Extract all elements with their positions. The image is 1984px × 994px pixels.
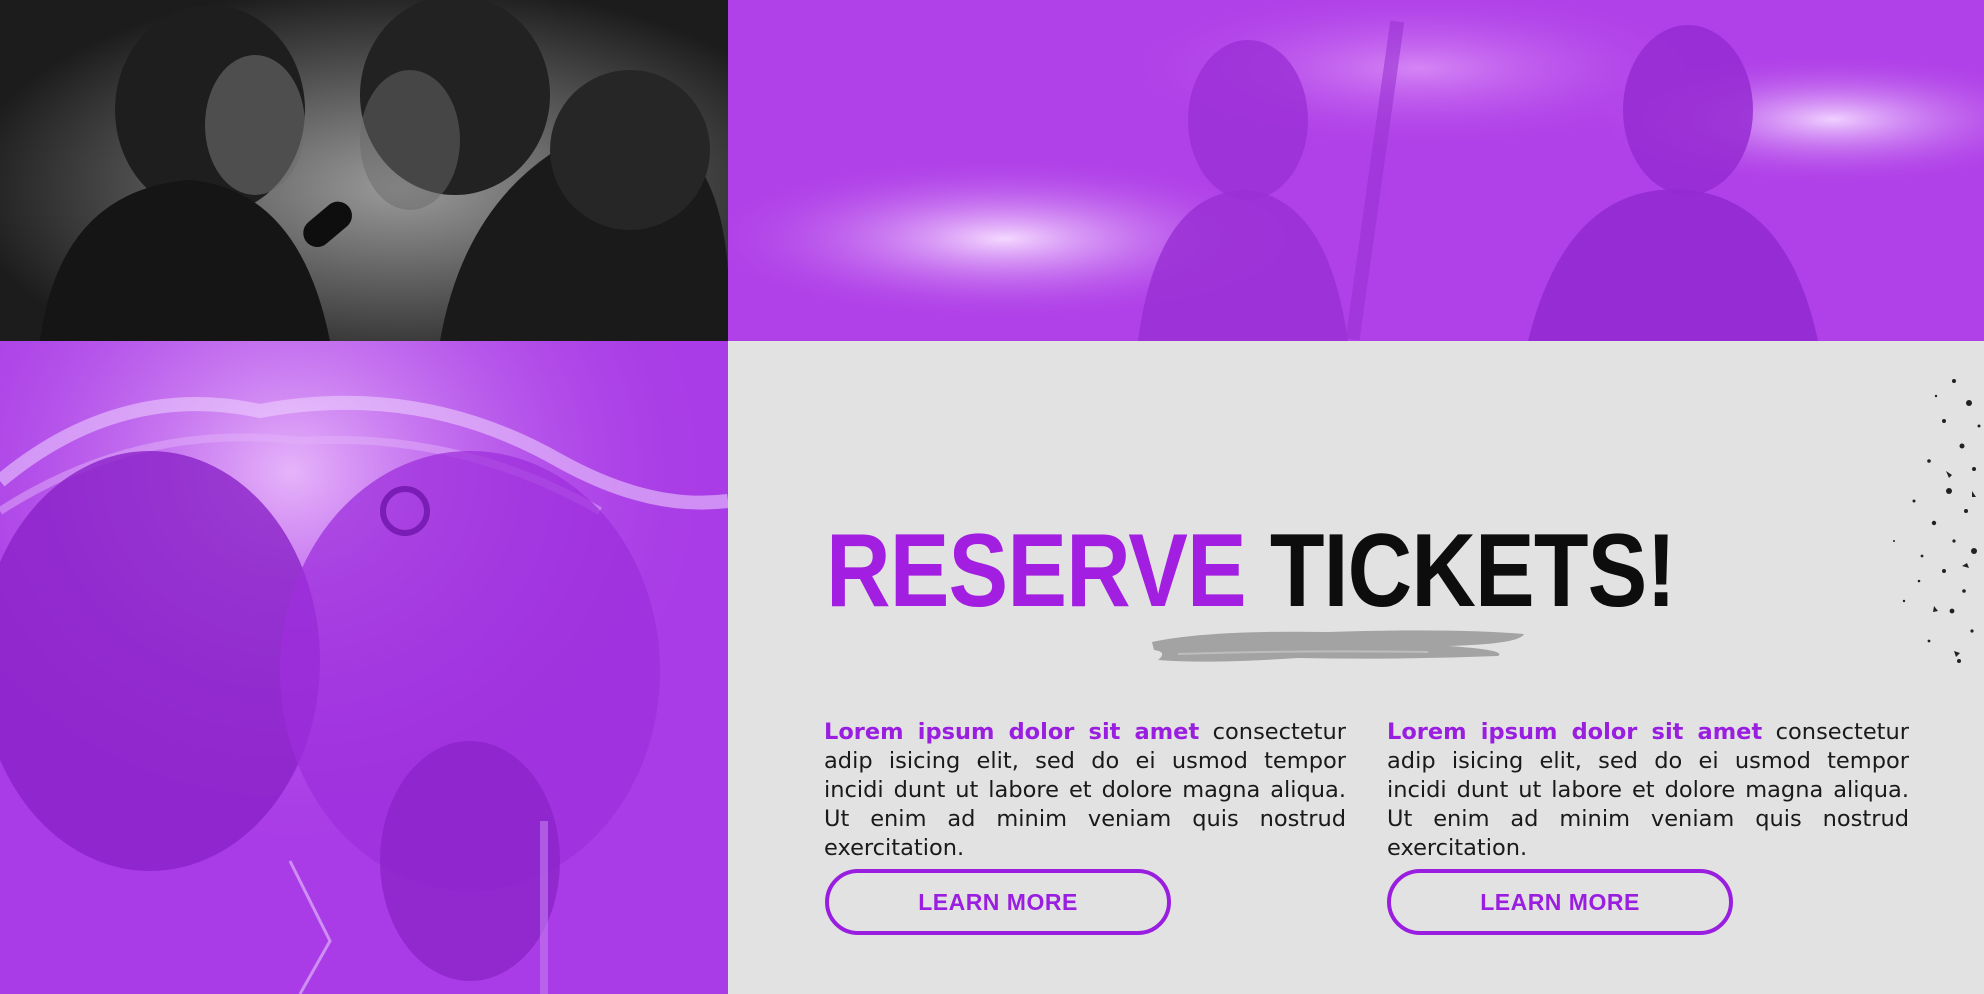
info-lead-text: Lorem ipsum dolor sit amet [1387,719,1763,745]
learn-more-button-1[interactable]: LEARN MORE [825,869,1171,935]
content-panel: RESERVE TICKETS! Lorem ipsum dolor sit a… [728,341,1984,994]
photo-concert-purple [728,0,1984,341]
photo-singers-grayscale [0,0,728,341]
info-column-1: Lorem ipsum dolor sit amet consectetur a… [824,718,1346,863]
title-word-reserve: RESERVE [826,513,1247,629]
info-paragraph: Lorem ipsum dolor sit amet consectetur a… [1387,718,1909,863]
learn-more-button-2[interactable]: LEARN MORE [1387,869,1733,935]
info-paragraph: Lorem ipsum dolor sit amet consectetur a… [824,718,1346,863]
title-word-tickets: TICKETS! [1269,513,1676,629]
info-column-2: Lorem ipsum dolor sit amet consectetur a… [1387,718,1909,863]
photo-singer-closeup-purple [0,341,728,994]
info-lead-text: Lorem ipsum dolor sit amet [824,719,1200,745]
ink-spatter-decoration [1893,379,1981,663]
page-title: RESERVE TICKETS! [826,519,1676,623]
